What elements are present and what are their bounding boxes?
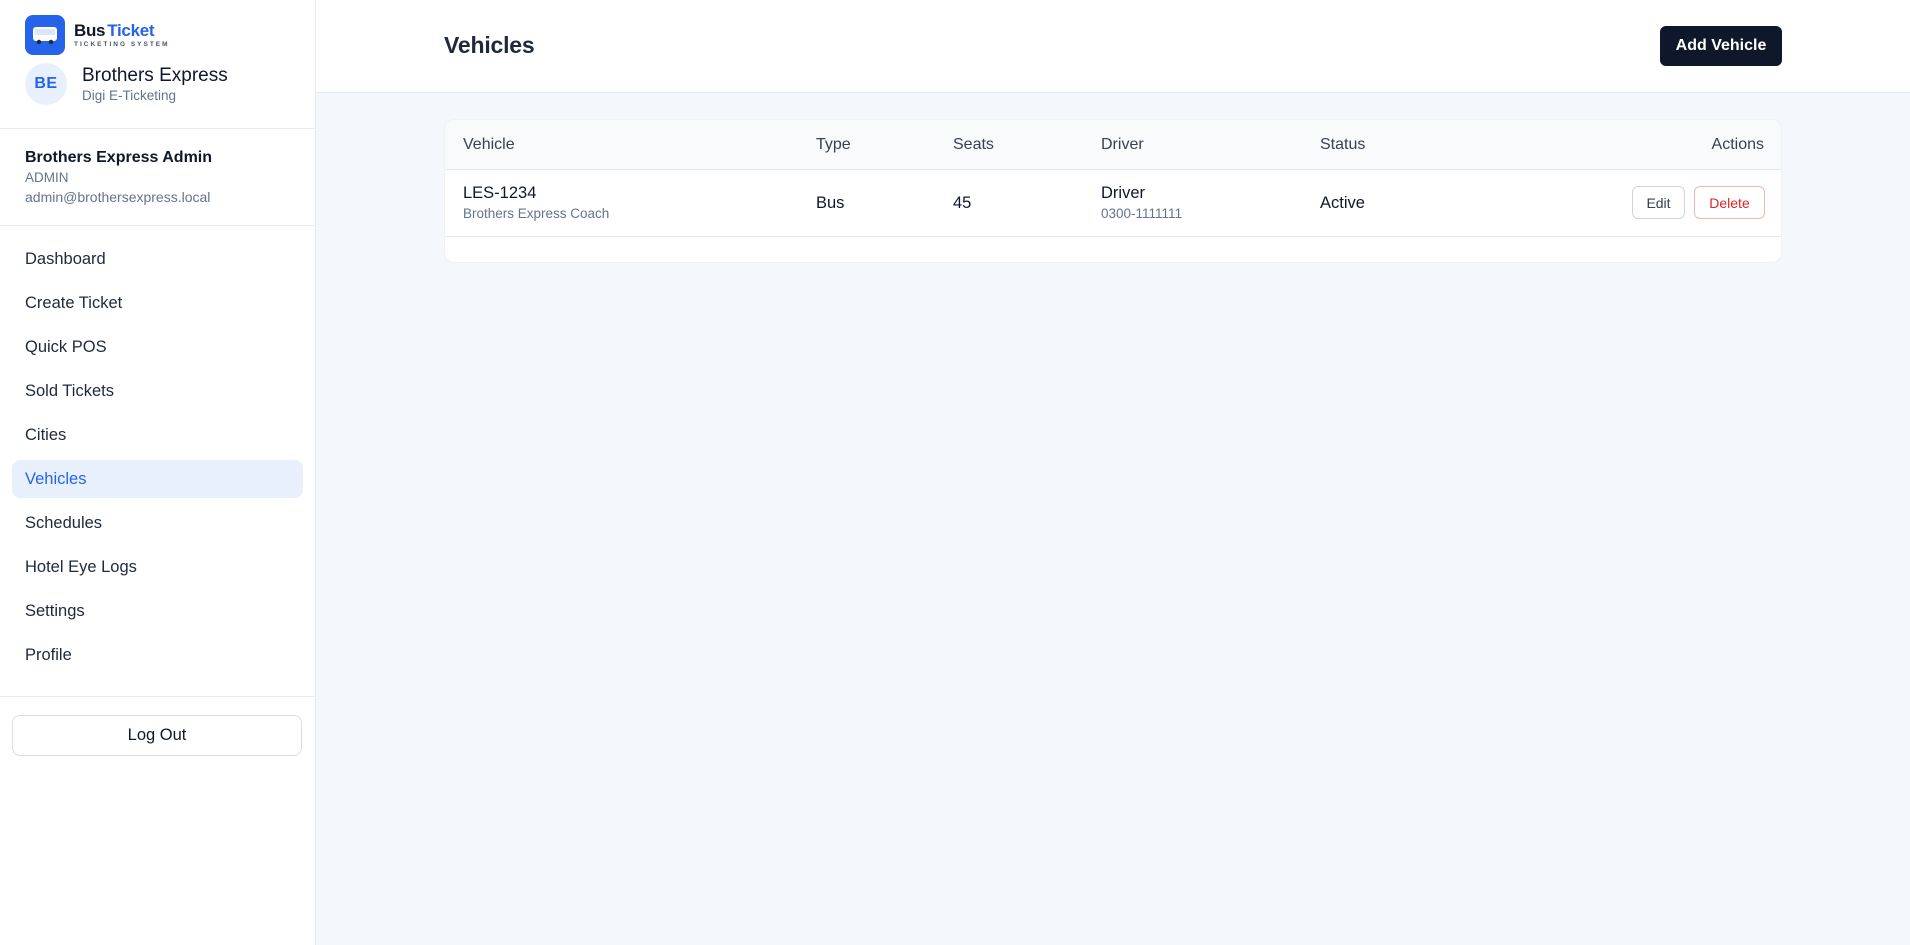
user-role: ADMIN xyxy=(25,170,69,185)
user-email: admin@brothersexpress.local xyxy=(25,189,211,205)
vehicles-table: Vehicle Type Seats Driver Status Actions… xyxy=(444,119,1782,263)
sidebar-item-profile[interactable]: Profile xyxy=(12,636,303,674)
sidebar-item-vehicles[interactable]: Vehicles xyxy=(12,460,303,498)
sidebar-item-create-ticket[interactable]: Create Ticket xyxy=(12,284,303,322)
sidebar-item-schedules[interactable]: Schedules xyxy=(12,504,303,542)
driver-phone: 0300-1111111 xyxy=(1101,206,1183,221)
sidebar: Bus Ticket TICKETING SYSTEM BE Brothers E… xyxy=(0,0,316,945)
table-header: Vehicle Type Seats Driver Status Actions xyxy=(445,120,1781,170)
vehicle-seats: 45 xyxy=(953,194,972,212)
sidebar-item-sold-tickets[interactable]: Sold Tickets xyxy=(12,372,303,410)
delete-button[interactable]: Delete xyxy=(1694,186,1765,219)
driver-name: Driver xyxy=(1101,184,1145,202)
sidebar-nav: Dashboard Create Ticket Quick POS Sold T… xyxy=(0,226,315,697)
page-title: Vehicles xyxy=(444,32,535,58)
logout-button[interactable]: Log Out xyxy=(12,715,302,756)
user-name: Brothers Express Admin xyxy=(25,149,213,166)
status-text: Active xyxy=(1320,194,1365,212)
logo-text-bus: Bus xyxy=(74,20,106,40)
column-header-type: Type xyxy=(816,136,851,153)
company-tagline: Digi E-Ticketing xyxy=(82,87,177,103)
sidebar-item-quick-pos[interactable]: Quick POS xyxy=(12,328,303,366)
vehicle-number: LES-1234 xyxy=(463,184,537,202)
company-name: Brothers Express xyxy=(82,64,228,86)
vehicle-name: Brothers Express Coach xyxy=(463,206,610,221)
company-info: BE Brothers Express Digi E-Ticketing xyxy=(25,63,290,105)
column-header-vehicle: Vehicle xyxy=(463,136,515,153)
bus-icon xyxy=(25,15,65,55)
page-header: Vehicles Add Vehicle xyxy=(316,0,1910,93)
column-header-seats: Seats xyxy=(953,136,994,153)
sidebar-item-settings[interactable]: Settings xyxy=(12,592,303,630)
logo-text-ticket: Ticket xyxy=(107,20,155,40)
edit-button[interactable]: Edit xyxy=(1632,186,1685,219)
logo[interactable]: Bus Ticket TICKETING SYSTEM xyxy=(25,15,290,55)
table-row: LES-1234 Brothers Express Coach Bus 45 D… xyxy=(445,170,1781,237)
brand-block: Bus Ticket TICKETING SYSTEM BE Brothers E… xyxy=(0,0,315,129)
column-header-actions: Actions xyxy=(1711,136,1764,153)
add-vehicle-button[interactable]: Add Vehicle xyxy=(1660,26,1782,66)
sidebar-item-cities[interactable]: Cities xyxy=(12,416,303,454)
user-info: Brothers Express Admin ADMIN admin@broth… xyxy=(0,129,315,226)
logo-subtitle: TICKETING SYSTEM xyxy=(74,40,170,48)
vehicle-type: Bus xyxy=(816,194,845,212)
sidebar-item-dashboard[interactable]: Dashboard xyxy=(12,240,303,278)
column-header-driver: Driver xyxy=(1101,136,1144,153)
sidebar-item-hotel-eye-logs[interactable]: Hotel Eye Logs xyxy=(12,548,303,586)
column-header-status: Status xyxy=(1320,136,1366,153)
company-avatar: BE xyxy=(25,63,67,105)
